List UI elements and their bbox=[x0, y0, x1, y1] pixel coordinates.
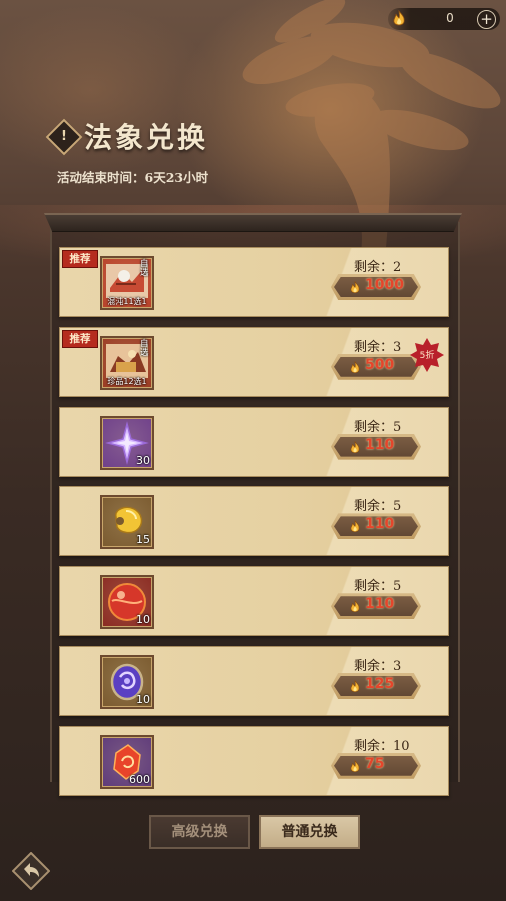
flame-icon bbox=[348, 599, 362, 613]
remaining-label: 剩余： bbox=[354, 419, 394, 435]
end-time: 活动结束时间：6天23小时 bbox=[57, 167, 208, 186]
back-arrow-icon[interactable] bbox=[12, 852, 50, 890]
price-value: 110 bbox=[365, 596, 395, 613]
remaining-value: 5 bbox=[393, 419, 402, 435]
price-button[interactable]: 110 bbox=[331, 593, 421, 620]
item-count: 10 bbox=[136, 693, 150, 706]
chaos-select-box-icon[interactable]: 自选混沌11选1 bbox=[100, 256, 154, 310]
exchange-item[interactable]: 推荐 自选 珍品12选1 剩余：3 500 5折 bbox=[59, 326, 449, 397]
price-button[interactable]: 125 bbox=[331, 673, 421, 699]
remaining-label: 剩余： bbox=[354, 579, 394, 595]
price-button[interactable]: 1000 bbox=[331, 274, 421, 300]
advanced-exchange-button[interactable]: 高级兑换 bbox=[149, 815, 250, 849]
purple-star-icon[interactable]: 30 bbox=[100, 415, 154, 470]
item-count: 30 bbox=[136, 453, 150, 467]
flame-icon bbox=[348, 440, 362, 454]
recommend-badge: 推荐 bbox=[62, 329, 98, 348]
flame-icon bbox=[348, 280, 362, 294]
price-value: 125 bbox=[365, 676, 395, 692]
price-button[interactable]: 500 bbox=[331, 353, 421, 380]
remaining-value: 3 bbox=[393, 339, 402, 355]
gold-gem-icon[interactable]: 15 bbox=[100, 495, 154, 550]
recommend-badge: 推荐 bbox=[62, 250, 98, 268]
end-time-value: 6天23小时 bbox=[144, 170, 209, 185]
item-count: 10 bbox=[136, 613, 150, 627]
remaining-label: 剩余： bbox=[354, 738, 394, 754]
page-title: 法象兑换 bbox=[84, 121, 209, 154]
exchange-item[interactable]: 10 剩余：3 125 bbox=[59, 646, 449, 716]
exchange-item[interactable]: 推荐自选混沌11选1 剩余：2 1000 bbox=[59, 247, 449, 317]
red-orb-icon[interactable]: 10 bbox=[100, 575, 154, 630]
remaining-count: 剩余：2 bbox=[354, 256, 401, 275]
purple-seal-icon[interactable]: 10 bbox=[100, 655, 154, 709]
price-value: 500 bbox=[365, 356, 395, 373]
currency-value: 0 bbox=[446, 11, 454, 25]
flame-icon bbox=[348, 759, 362, 773]
remaining-label: 剩余： bbox=[354, 499, 394, 515]
item-count: 15 bbox=[136, 533, 150, 547]
price-value: 75 bbox=[365, 755, 385, 772]
item-label: 混沌11选1 bbox=[107, 297, 147, 306]
exchange-item[interactable]: 600 剩余：10 75 bbox=[59, 725, 449, 796]
exchange-item[interactable]: 30 剩余：5 110 bbox=[59, 406, 449, 477]
price-button[interactable]: 110 bbox=[331, 433, 421, 460]
red-crystal-icon[interactable]: 600 bbox=[100, 734, 154, 789]
item-corner-tag: 自选 bbox=[140, 259, 149, 278]
treasure-select-box-icon[interactable]: 自选珍品12选1 bbox=[100, 335, 154, 390]
remaining-count: 剩余：5 bbox=[354, 495, 401, 514]
remaining-label: 剩余： bbox=[354, 339, 394, 355]
remaining-count: 剩余：5 bbox=[354, 416, 401, 435]
flame-icon bbox=[393, 10, 405, 26]
discount-badge: 5折 bbox=[410, 337, 444, 372]
remaining-value: 10 bbox=[393, 738, 410, 754]
price-value: 1000 bbox=[365, 277, 404, 293]
exchange-item[interactable]: 15 剩余：5 110 bbox=[59, 486, 449, 557]
price-value: 110 bbox=[365, 436, 395, 453]
item-count: 600 bbox=[129, 772, 150, 786]
remaining-count: 剩余：3 bbox=[354, 336, 401, 355]
remaining-value: 5 bbox=[393, 579, 402, 595]
plus-icon[interactable]: + bbox=[477, 10, 496, 29]
remaining-value: 3 bbox=[393, 659, 402, 674]
remaining-label: 剩余： bbox=[354, 260, 394, 275]
price-button[interactable]: 110 bbox=[331, 513, 421, 540]
currency-bar: 0 + bbox=[388, 8, 500, 30]
remaining-count: 剩余：5 bbox=[354, 575, 401, 594]
item-label: 珍品12选1 bbox=[107, 376, 147, 386]
normal-exchange-button[interactable]: 普通兑换 bbox=[259, 815, 360, 849]
remaining-value: 2 bbox=[393, 260, 402, 275]
item-corner-tag: 自选 bbox=[140, 338, 149, 358]
end-time-label: 活动结束时间： bbox=[57, 170, 145, 185]
exchange-item[interactable]: 10 剩余：5 110 bbox=[59, 566, 449, 637]
remaining-label: 剩余： bbox=[354, 659, 394, 674]
price-button[interactable]: 75 bbox=[331, 752, 421, 779]
flame-icon bbox=[348, 360, 362, 374]
remaining-value: 5 bbox=[393, 499, 402, 515]
remaining-count: 剩余：10 bbox=[354, 735, 410, 754]
flame-icon bbox=[348, 679, 362, 693]
price-value: 110 bbox=[365, 516, 395, 533]
flame-icon bbox=[348, 519, 362, 533]
panel-top-bar bbox=[44, 213, 462, 232]
remaining-count: 剩余：3 bbox=[354, 655, 401, 674]
